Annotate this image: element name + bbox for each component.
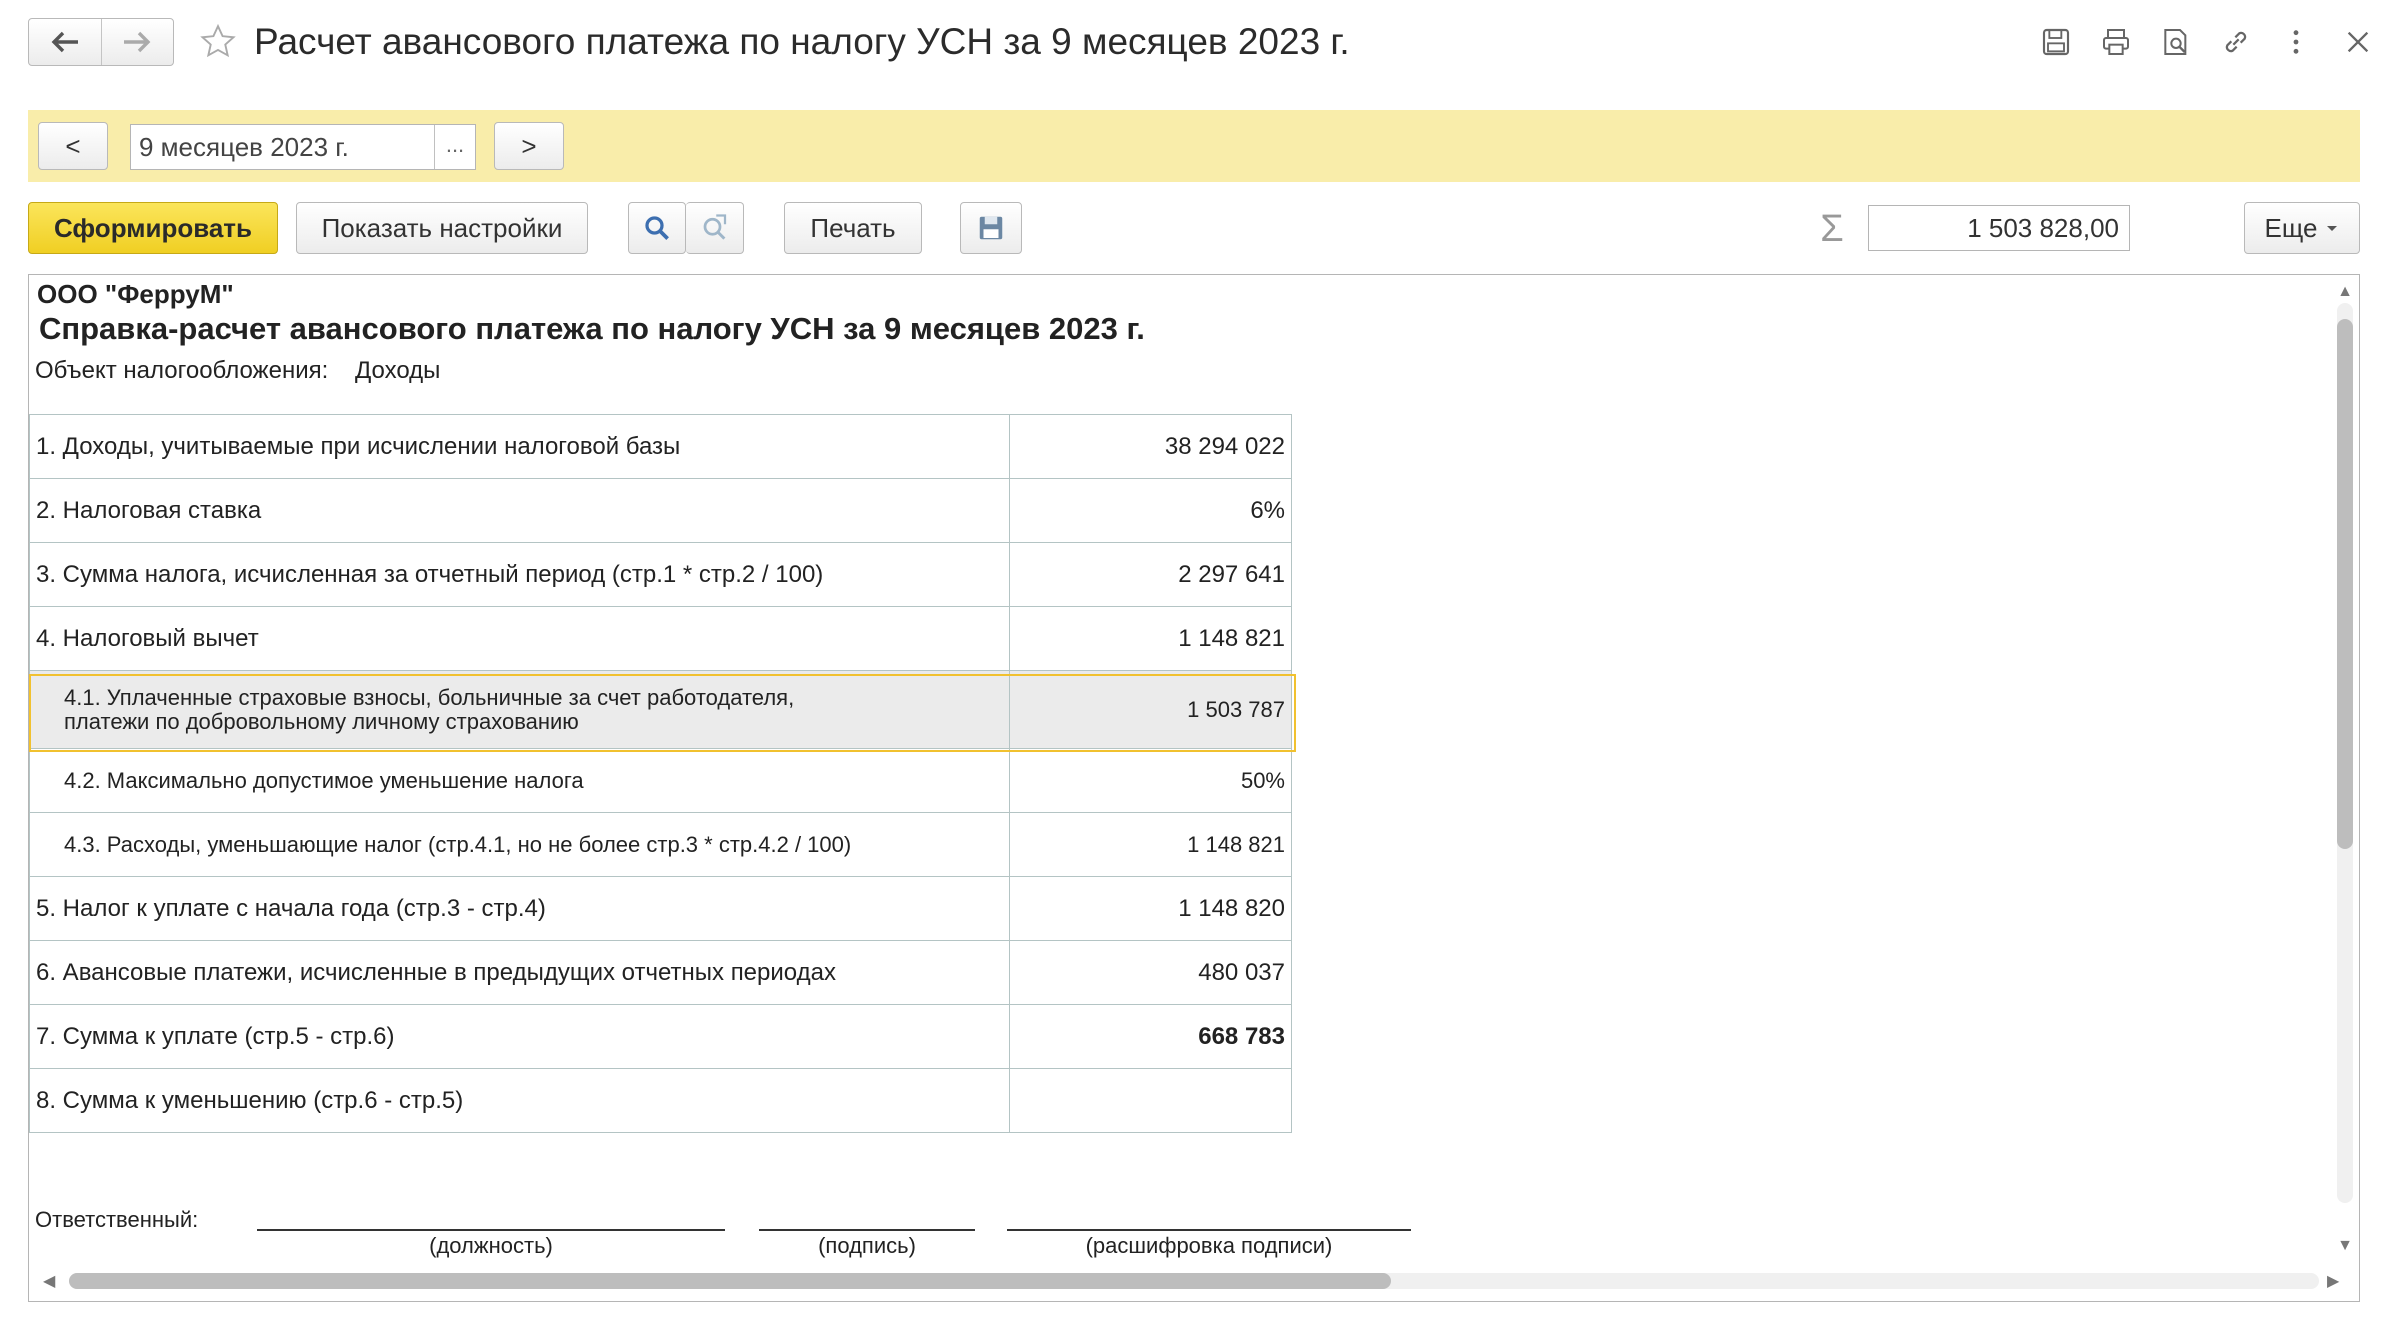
- vertical-scrollbar-thumb[interactable]: [2337, 319, 2353, 849]
- row-label[interactable]: 4.3. Расходы, уменьшающие налог (стр.4.1…: [29, 812, 1010, 877]
- table-row[interactable]: 4.3. Расходы, уменьшающие налог (стр.4.1…: [29, 812, 1292, 877]
- forward-button[interactable]: [100, 19, 174, 65]
- signature-caption: (подпись): [818, 1233, 916, 1258]
- preview-toolbar-button[interactable]: [2156, 22, 2196, 62]
- row-label[interactable]: 3. Сумма налога, исчисленная за отчетный…: [29, 542, 1010, 607]
- search-button[interactable]: [628, 202, 686, 254]
- favorite-button[interactable]: [196, 20, 240, 64]
- row-label[interactable]: 4.1. Уплаченные страховые взносы, больни…: [29, 670, 1010, 749]
- calculation-table: 1. Доходы, учитываемые при исчислении на…: [29, 414, 1292, 1133]
- save-toolbar-button[interactable]: [2036, 22, 2076, 62]
- window-title: Расчет авансового платежа по налогу УСН …: [254, 21, 1350, 62]
- close-icon: [2347, 31, 2369, 53]
- back-button[interactable]: [29, 19, 101, 65]
- scroll-right-arrow-icon[interactable]: ▶: [2327, 1271, 2339, 1291]
- history-nav: [28, 18, 174, 66]
- table-row[interactable]: 3. Сумма налога, исчисленная за отчетный…: [29, 542, 1292, 607]
- report-heading: Справка-расчет авансового платежа по нал…: [39, 311, 1145, 346]
- star-icon: [200, 23, 236, 58]
- row-value[interactable]: 668 783: [1009, 1004, 1292, 1069]
- chevron-down-icon: [2327, 226, 2338, 231]
- row-label[interactable]: 8. Сумма к уменьшению (стр.6 - стр.5): [29, 1068, 1010, 1133]
- table-row[interactable]: 2. Налоговая ставка 6%: [29, 478, 1292, 543]
- tax-object-label: Объект налогообложения:: [35, 357, 329, 384]
- more-button-label: Еще: [2264, 212, 2318, 243]
- more-actions-button[interactable]: [2276, 22, 2316, 62]
- horizontal-scrollbar-thumb[interactable]: [69, 1273, 1391, 1289]
- floppy-disk-icon: [979, 216, 1003, 240]
- save-report-button[interactable]: [960, 202, 1022, 254]
- scroll-left-arrow-icon[interactable]: ◀: [43, 1271, 55, 1291]
- more-button[interactable]: Еще: [2244, 202, 2360, 254]
- table-row-selected[interactable]: 4.1. Уплаченные страховые взносы, больни…: [29, 670, 1292, 749]
- show-settings-button[interactable]: Показать настройки: [296, 202, 588, 254]
- row-value[interactable]: 6%: [1009, 478, 1292, 543]
- tax-object-value: Доходы: [355, 357, 441, 384]
- row-label[interactable]: 6. Авансовые платежи, исчисленные в пред…: [29, 940, 1010, 1005]
- back-arrow-icon: [51, 31, 78, 53]
- next-period-button[interactable]: >: [494, 122, 564, 170]
- row-label[interactable]: 4. Налоговый вычет: [29, 606, 1010, 671]
- more-icon: [2293, 30, 2299, 54]
- row-value[interactable]: 1 503 787: [1009, 670, 1292, 749]
- prev-period-button[interactable]: <: [38, 122, 108, 170]
- choose-period-button[interactable]: ...: [434, 125, 475, 169]
- link-icon: [2225, 31, 2247, 53]
- row-value[interactable]: 1 148 821: [1009, 606, 1292, 671]
- scroll-down-arrow-icon[interactable]: ▼: [2337, 1237, 2353, 1255]
- company-name: ООО "ФерруМ": [37, 279, 234, 309]
- sum-icon: Σ: [1820, 208, 1844, 250]
- save-icon: [2042, 28, 2070, 56]
- decoding-caption: (расшифровка подписи): [1085, 1233, 1333, 1258]
- table-row[interactable]: 6. Авансовые платежи, исчисленные в пред…: [29, 940, 1292, 1005]
- row-label[interactable]: 1. Доходы, учитываемые при исчислении на…: [29, 414, 1010, 479]
- row-label[interactable]: 4.2. Максимально допустимое уменьшение н…: [29, 748, 1010, 813]
- row-label[interactable]: 5. Налог к уплате с начала года (стр.3 -…: [29, 876, 1010, 941]
- position-line: [257, 1229, 725, 1231]
- print-toolbar-button[interactable]: [2096, 22, 2136, 62]
- row-value[interactable]: 38 294 022: [1009, 414, 1292, 479]
- generate-button[interactable]: Сформировать: [28, 202, 278, 254]
- responsible-label: Ответственный:: [35, 1207, 199, 1232]
- table-row[interactable]: 1. Доходы, учитываемые при исчислении на…: [29, 414, 1292, 479]
- row-value[interactable]: 1 148 820: [1009, 876, 1292, 941]
- selected-cells-sum: 1 503 828,00: [1868, 205, 2130, 251]
- table-row[interactable]: 4. Налоговый вычет 1 148 821: [29, 606, 1292, 671]
- period-value[interactable]: 9 месяцев 2023 г.: [131, 125, 434, 169]
- period-field[interactable]: 9 месяцев 2023 г. ...: [130, 124, 476, 170]
- print-icon: [2103, 29, 2129, 55]
- table-row[interactable]: 4.2. Максимально допустимое уменьшение н…: [29, 748, 1292, 813]
- row-label[interactable]: 7. Сумма к уплате (стр.5 - стр.6): [29, 1004, 1010, 1069]
- row-value[interactable]: [1009, 1068, 1292, 1133]
- position-caption: (должность): [429, 1233, 553, 1258]
- row-label-line: платежи по добровольному личному страхов…: [64, 708, 579, 734]
- search-icon: [645, 216, 669, 240]
- cancel-search-button[interactable]: [686, 202, 744, 254]
- row-value[interactable]: 50%: [1009, 748, 1292, 813]
- cancel-search-icon: [703, 214, 726, 240]
- table-row[interactable]: 8. Сумма к уменьшению (стр.6 - стр.5): [29, 1068, 1292, 1133]
- table-row[interactable]: 5. Налог к уплате с начала года (стр.3 -…: [29, 876, 1292, 941]
- row-value[interactable]: 1 148 821: [1009, 812, 1292, 877]
- decoding-line: [1007, 1229, 1411, 1231]
- scroll-up-arrow-icon[interactable]: ▲: [2337, 283, 2353, 301]
- forward-arrow-icon: [124, 31, 151, 53]
- preview-icon: [2164, 29, 2187, 55]
- row-value[interactable]: 480 037: [1009, 940, 1292, 1005]
- signature-line: [759, 1229, 975, 1231]
- table-row[interactable]: 7. Сумма к уплате (стр.5 - стр.6) 668 78…: [29, 1004, 1292, 1069]
- link-toolbar-button[interactable]: [2216, 22, 2256, 62]
- row-label[interactable]: 2. Налоговая ставка: [29, 478, 1010, 543]
- row-label-line: 4.1. Уплаченные страховые взносы, больни…: [64, 684, 795, 710]
- print-button[interactable]: Печать: [784, 202, 922, 254]
- report-document[interactable]: ООО "ФерруМ" Справка-расчет авансового п…: [28, 274, 2360, 1302]
- close-button[interactable]: [2338, 22, 2378, 62]
- row-value[interactable]: 2 297 641: [1009, 542, 1292, 607]
